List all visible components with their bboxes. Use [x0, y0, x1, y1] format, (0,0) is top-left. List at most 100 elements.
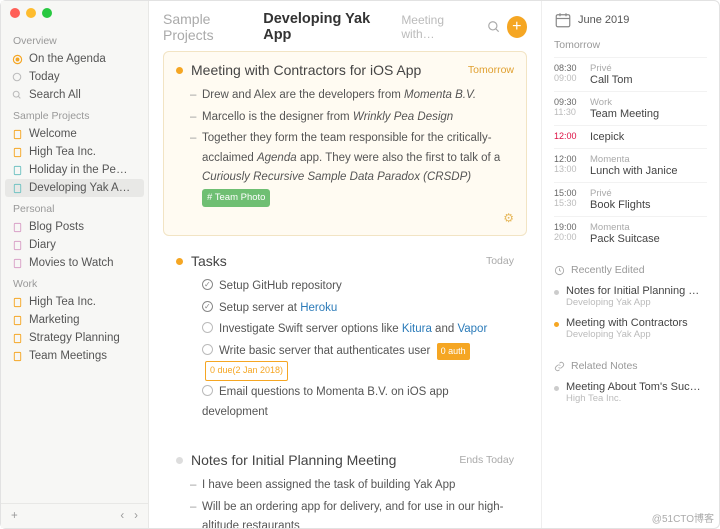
doc-icon — [11, 128, 23, 140]
target-icon — [11, 53, 23, 65]
doc-icon — [11, 332, 23, 344]
sidebar-item[interactable]: Developing Yak A… — [5, 179, 144, 197]
window-traffic-lights[interactable] — [10, 8, 52, 18]
gear-icon[interactable]: ⚙ — [176, 211, 514, 225]
checkbox-icon[interactable] — [202, 344, 213, 355]
section-header: Related Notes — [554, 360, 707, 372]
doc-icon — [11, 257, 23, 269]
sidebar-item[interactable]: Diary — [1, 236, 148, 254]
sidebar-item-label: Marketing — [29, 314, 80, 326]
task-item[interactable]: Setup server at Heroku — [190, 299, 514, 319]
sidebar-section-header: Work — [1, 272, 148, 293]
doc-icon — [11, 146, 23, 158]
note-title: Meeting with Contractors for iOS App — [191, 62, 460, 78]
sidebar-item[interactable]: On the Agenda — [1, 50, 148, 68]
checkbox-icon[interactable] — [202, 385, 213, 396]
calendar-event[interactable]: 19:0020:00MomentaPack Suitcase — [554, 216, 707, 250]
checkbox-icon[interactable] — [202, 322, 213, 333]
note-body: Drew and Alex are the developers from Mo… — [176, 86, 514, 207]
related-note-item[interactable]: Meeting with ContractorsDeveloping Yak A… — [554, 314, 707, 346]
doc-icon — [11, 239, 23, 251]
nav-next-icon[interactable]: › — [134, 510, 138, 522]
task-item[interactable]: Write basic server that authenticates us… — [190, 342, 514, 381]
calendar-event[interactable]: 12:0013:00MomentaLunch with Janice — [554, 148, 707, 182]
sidebar-item[interactable]: High Tea Inc. — [1, 143, 148, 161]
calendar-event[interactable]: 08:3009:00PrivéCall Tom — [554, 57, 707, 91]
doc-icon — [11, 164, 23, 176]
search-icon — [11, 89, 23, 101]
event-time-end: 15:30 — [554, 198, 582, 208]
event-time-start: 09:30 — [554, 97, 582, 107]
sidebar-footer: + ‹ › — [1, 503, 148, 528]
calendar-day-label: Tomorrow — [554, 39, 707, 51]
calendar-header[interactable]: June 2019 — [554, 11, 707, 29]
sidebar-item[interactable]: Welcome — [1, 125, 148, 143]
event-time-start: 08:30 — [554, 63, 582, 73]
note-date: Today — [486, 255, 514, 267]
event-category: Privé — [590, 63, 707, 74]
sidebar-item-label: Diary — [29, 239, 56, 251]
event-title: Lunch with Janice — [590, 165, 707, 177]
breadcrumb-note[interactable]: Meeting with… — [401, 13, 474, 41]
sidebar-item-label: Movies to Watch — [29, 257, 114, 269]
sidebar-item[interactable]: Strategy Planning — [1, 329, 148, 347]
main-header: Sample Projects Developing Yak App Meeti… — [149, 1, 541, 51]
note-title: Notes for Initial Planning Meeting — [191, 452, 451, 468]
zoom-icon[interactable] — [42, 8, 52, 18]
event-time-end: 09:00 — [554, 73, 582, 83]
task-item[interactable]: Email questions to Momenta B.V. on iOS a… — [190, 383, 514, 422]
calendar-event[interactable]: 09:3011:30WorkTeam Meeting — [554, 91, 707, 125]
sidebar-section-header: Personal — [1, 197, 148, 218]
notes-list: Meeting with Contractors for iOS App Tomo… — [149, 51, 541, 528]
doc-icon — [11, 296, 23, 308]
doc-icon — [11, 350, 23, 362]
related-note-sub: Developing Yak App — [566, 297, 707, 308]
event-time-end: 20:00 — [554, 232, 582, 242]
note-line: Together they form the team responsible … — [190, 129, 514, 207]
search-icon[interactable] — [487, 20, 501, 34]
close-icon[interactable] — [10, 8, 20, 18]
event-category: Privé — [590, 188, 707, 199]
sidebar-item-label: Strategy Planning — [29, 332, 120, 344]
doc-icon — [11, 314, 23, 326]
task-item[interactable]: Setup GitHub repository — [190, 277, 514, 297]
breadcrumb-project[interactable]: Sample Projects — [163, 11, 257, 43]
calendar-month: June 2019 — [578, 14, 629, 26]
sidebar-item[interactable]: Holiday in the Pe… — [1, 161, 148, 179]
sidebar-item-label: High Tea Inc. — [29, 296, 96, 308]
sidebar-item[interactable]: Blog Posts — [1, 218, 148, 236]
checkbox-icon[interactable] — [202, 279, 213, 290]
sidebar-item[interactable]: Marketing — [1, 311, 148, 329]
status-dot-icon — [176, 457, 183, 464]
sidebar-item[interactable]: High Tea Inc. — [1, 293, 148, 311]
sidebar-item[interactable]: Movies to Watch — [1, 254, 148, 272]
related-note-item[interactable]: Notes for Initial Planning …Developing Y… — [554, 282, 707, 314]
note-card[interactable]: Notes for Initial Planning MeetingEnds T… — [163, 441, 527, 528]
event-time-start: 12:00 — [554, 131, 582, 141]
event-title: Team Meeting — [590, 108, 707, 120]
note-body: Setup GitHub repositorySetup server at H… — [176, 277, 514, 422]
checkbox-icon[interactable] — [202, 301, 213, 312]
add-button[interactable]: + — [11, 510, 18, 522]
event-time-start: 15:00 — [554, 188, 582, 198]
circle-icon — [11, 71, 23, 83]
sidebar-item-label: Team Meetings — [29, 350, 107, 362]
sidebar-item[interactable]: Search All — [1, 86, 148, 104]
sidebar-item[interactable]: Today — [1, 68, 148, 86]
calendar-event[interactable]: 12:00Icepick — [554, 125, 707, 148]
add-note-button[interactable]: + — [507, 16, 527, 38]
note-date: Tomorrow — [468, 64, 514, 76]
right-panel: June 2019Tomorrow08:3009:00PrivéCall Tom… — [541, 1, 719, 528]
note-body: I have been assigned the task of buildin… — [176, 476, 514, 528]
minimize-icon[interactable] — [26, 8, 36, 18]
related-note-item[interactable]: Meeting About Tom's Suc…High Tea Inc. — [554, 378, 707, 410]
calendar-event[interactable]: 15:0015:30PrivéBook Flights — [554, 182, 707, 216]
status-dot-icon — [176, 258, 183, 265]
task-item[interactable]: Investigate Swift server options like Ki… — [190, 320, 514, 340]
sidebar-item[interactable]: Team Meetings — [1, 347, 148, 365]
note-card[interactable]: TasksToday Setup GitHub repositorySetup … — [163, 242, 527, 435]
note-card[interactable]: Meeting with Contractors for iOS App Tomo… — [163, 51, 527, 236]
note-line: Marcello is the designer from Wrinkly Pe… — [190, 108, 514, 128]
nav-prev-icon[interactable]: ‹ — [120, 510, 124, 522]
calendar-icon — [554, 11, 572, 29]
